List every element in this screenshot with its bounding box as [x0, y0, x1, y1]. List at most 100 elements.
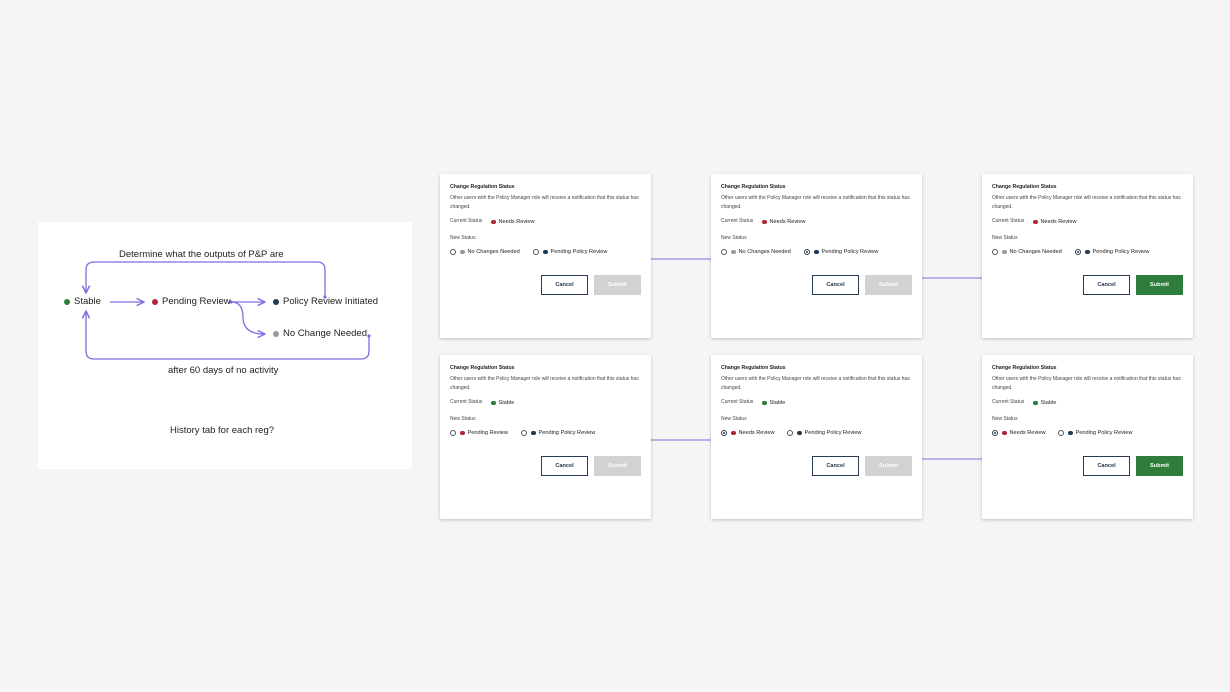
current-status-value: Stable	[1033, 400, 1056, 406]
node-policy-review-label: Policy Review Initiated	[283, 296, 379, 307]
cancel-button[interactable]: Cancel	[812, 456, 859, 476]
dialog-title: Change Regulation Status	[992, 184, 1057, 190]
status-dot	[1033, 219, 1038, 225]
status-dot	[797, 430, 802, 436]
status-option[interactable]: Pending Review	[450, 430, 508, 436]
dialog-title: Change Regulation Status	[992, 365, 1057, 371]
new-status-label: New Status	[992, 416, 1018, 422]
new-status-label: New Status	[721, 416, 747, 422]
cancel-button[interactable]: Cancel	[812, 275, 859, 295]
dialog-description: Other users with the Policy Manager role…	[721, 376, 910, 391]
status-option-label: Pending Policy Review	[1075, 430, 1133, 436]
submit-button[interactable]: Submit	[594, 275, 641, 295]
status-option[interactable]: Pending Policy Review	[1075, 249, 1149, 255]
radio-button[interactable]	[804, 249, 810, 255]
current-status-label: Current Status	[992, 218, 1025, 224]
status-option-label: Needs Review	[738, 430, 775, 436]
radio-button[interactable]	[1058, 430, 1064, 436]
radio-button[interactable]	[787, 430, 793, 436]
current-status-label: Current Status	[721, 399, 754, 405]
status-option[interactable]: Pending Policy Review	[787, 430, 861, 436]
status-option[interactable]: Needs Review	[721, 430, 775, 436]
node-pending-review-label: Pending Review	[162, 296, 231, 307]
new-status-label: New Status	[450, 416, 476, 422]
new-status-label: New Status	[721, 235, 747, 241]
current-status-value: Stable	[491, 400, 514, 406]
status-option-label: Pending Review	[467, 430, 508, 436]
status-dot	[762, 219, 767, 225]
submit-button[interactable]: Submit	[865, 456, 912, 476]
current-status-label: Current Status	[721, 218, 754, 224]
radio-button[interactable]	[533, 249, 539, 255]
status-dot	[1085, 249, 1090, 255]
status-option-label: Needs Review	[1009, 430, 1046, 436]
radio-button[interactable]	[721, 430, 727, 436]
cancel-button[interactable]: Cancel	[541, 456, 588, 476]
status-dot	[731, 249, 736, 255]
dialog-description: Other users with the Policy Manager role…	[450, 376, 639, 391]
dialog-title: Change Regulation Status	[450, 365, 515, 371]
current-status-text: Needs Review	[769, 219, 806, 225]
status-option[interactable]: No Changes Needed	[721, 249, 791, 255]
node-pending-review: Pending Review	[152, 296, 231, 307]
radio-button[interactable]	[992, 430, 998, 436]
status-option[interactable]: No Changes Needed	[450, 249, 520, 255]
status-dot	[814, 249, 819, 255]
status-dialog-card: Change Regulation Status Other users wit…	[440, 174, 651, 338]
current-status-text: Needs Review	[1040, 219, 1077, 225]
dialog-title: Change Regulation Status	[721, 365, 786, 371]
status-option[interactable]: Needs Review	[992, 430, 1046, 436]
radio-button[interactable]	[450, 249, 456, 255]
cancel-button[interactable]: Cancel	[1083, 456, 1130, 476]
status-dialog-card: Change Regulation Status Other users wit…	[982, 174, 1193, 338]
status-option-label: No Changes Needed	[738, 249, 791, 255]
status-dot	[460, 430, 465, 436]
no-change-dot	[273, 330, 279, 337]
status-option-label: No Changes Needed	[467, 249, 520, 255]
radio-button[interactable]	[450, 430, 456, 436]
cancel-button[interactable]: Cancel	[541, 275, 588, 295]
status-dialog-card: Change Regulation Status Other users wit…	[440, 355, 651, 519]
dialog-title: Change Regulation Status	[450, 184, 515, 190]
node-no-change-label: No Change Needed	[283, 328, 367, 339]
current-status-text: Stable	[498, 400, 515, 406]
flow-bottom-label: after 60 days of no activity	[168, 365, 279, 376]
cancel-button[interactable]: Cancel	[1083, 275, 1130, 295]
dialog-title: Change Regulation Status	[721, 184, 786, 190]
node-stable-label: Stable	[74, 296, 101, 307]
status-option-label: Pending Policy Review	[538, 430, 596, 436]
status-dot	[531, 430, 536, 436]
status-option[interactable]: Pending Policy Review	[804, 249, 878, 255]
status-option[interactable]: Pending Policy Review	[521, 430, 595, 436]
radio-button[interactable]	[992, 249, 998, 255]
status-dot	[491, 219, 496, 225]
submit-button[interactable]: Submit	[1136, 456, 1183, 476]
node-stable: Stable	[64, 296, 101, 307]
node-no-change: No Change Needed	[273, 328, 367, 339]
status-dialog-card: Change Regulation Status Other users wit…	[711, 174, 922, 338]
status-dot	[543, 249, 548, 255]
submit-button[interactable]: Submit	[865, 275, 912, 295]
node-policy-review: Policy Review Initiated	[273, 296, 378, 307]
current-status-value: Needs Review	[1033, 219, 1077, 225]
submit-button[interactable]: Submit	[1136, 275, 1183, 295]
current-status-value: Needs Review	[491, 219, 535, 225]
status-dot	[460, 249, 465, 255]
flow-top-label: Determine what the outputs of P&P are	[119, 249, 284, 260]
current-status-value: Needs Review	[762, 219, 806, 225]
radio-button[interactable]	[721, 249, 727, 255]
radio-button[interactable]	[521, 430, 527, 436]
status-dot	[1068, 430, 1073, 436]
current-status-label: Current Status	[450, 399, 483, 405]
current-status-value: Stable	[762, 400, 785, 406]
radio-button[interactable]	[1075, 249, 1081, 255]
stable-dot	[64, 298, 70, 305]
current-status-label: Current Status	[450, 218, 483, 224]
submit-button[interactable]: Submit	[594, 456, 641, 476]
status-option-label: No Changes Needed	[1009, 249, 1062, 255]
status-dot	[491, 400, 496, 406]
status-option[interactable]: Pending Policy Review	[533, 249, 607, 255]
status-dot	[1033, 400, 1038, 406]
status-option[interactable]: No Changes Needed	[992, 249, 1062, 255]
status-option[interactable]: Pending Policy Review	[1058, 430, 1132, 436]
